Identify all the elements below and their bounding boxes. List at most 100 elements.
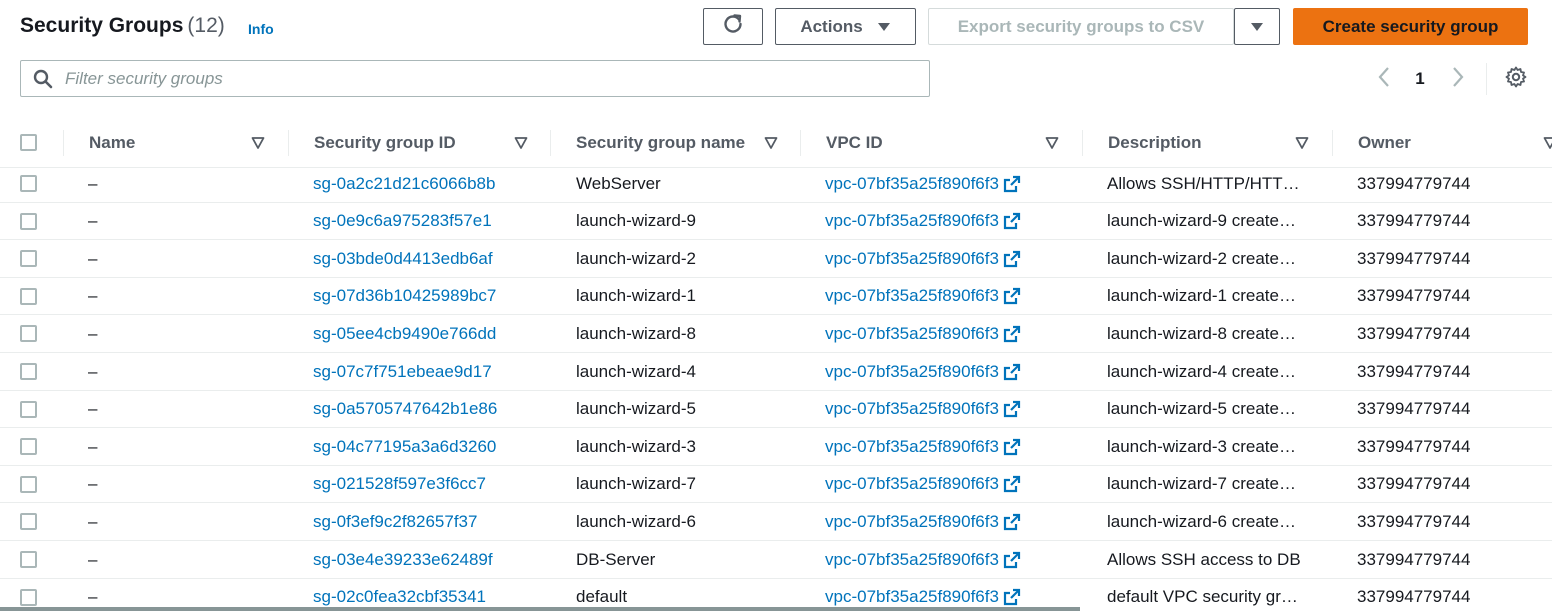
table-row[interactable]: – sg-0a2c21d21c6066b8b WebServer vpc-07bf35… xyxy=(0,165,1552,203)
export-csv-button[interactable]: Export security groups to CSV xyxy=(928,8,1234,45)
external-link-icon[interactable] xyxy=(1003,287,1021,305)
table-row[interactable]: – sg-07d36b10425989bc7 launch-wizard-1 vpc-… xyxy=(0,278,1552,316)
row-checkbox[interactable] xyxy=(20,212,37,230)
cell-security-group-id[interactable]: sg-0e9c6a975283f57e1 xyxy=(313,203,543,240)
cell-security-group-id[interactable]: sg-03e4e39233e62489f xyxy=(313,541,543,578)
create-security-group-button[interactable]: Create security group xyxy=(1293,8,1528,45)
cell-name: – xyxy=(88,511,98,531)
sort-icon[interactable] xyxy=(1543,136,1552,150)
cell-description: Allows SSH access to DB xyxy=(1107,549,1301,569)
sort-icon[interactable] xyxy=(1295,136,1309,150)
cell-security-group-id[interactable]: sg-03bde0d4413edb6af xyxy=(313,240,543,277)
vpc-id-link[interactable]: vpc-07bf35a25f890f6f3 xyxy=(825,437,999,457)
external-link-icon[interactable] xyxy=(1003,438,1021,456)
column-header-description[interactable]: Description xyxy=(1108,118,1202,168)
cell-owner: 337994779744 xyxy=(1357,323,1471,343)
column-header-security-group-id[interactable]: Security group ID xyxy=(314,118,456,168)
cell-vpc-id[interactable]: vpc-07bf35a25f890f6f3 xyxy=(825,203,1075,240)
column-header-security-group-name[interactable]: Security group name xyxy=(576,118,745,168)
external-link-icon[interactable] xyxy=(1003,588,1021,606)
row-checkbox[interactable] xyxy=(20,551,37,568)
cell-security-group-id[interactable]: sg-0a5705747642b1e86 xyxy=(313,391,543,428)
vpc-id-link[interactable]: vpc-07bf35a25f890f6f3 xyxy=(825,211,999,231)
row-checkbox[interactable] xyxy=(20,438,37,456)
info-link[interactable]: Info xyxy=(248,21,274,37)
previous-page-button[interactable] xyxy=(1372,64,1396,94)
row-checkbox[interactable] xyxy=(20,250,37,268)
row-checkbox[interactable] xyxy=(20,363,37,380)
cell-security-group-id[interactable]: sg-07d36b10425989bc7 xyxy=(313,278,543,315)
table-row[interactable]: – sg-0a5705747642b1e86 launch-wizard-5 vpc-… xyxy=(0,391,1552,429)
row-checkbox[interactable] xyxy=(20,588,37,606)
page-number[interactable]: 1 xyxy=(1408,64,1432,94)
vpc-id-link[interactable]: vpc-07bf35a25f890f6f3 xyxy=(825,249,999,269)
sort-icon[interactable] xyxy=(764,136,778,150)
external-link-icon[interactable] xyxy=(1003,400,1021,418)
vpc-id-link[interactable]: vpc-07bf35a25f890f6f3 xyxy=(825,587,999,607)
vpc-id-link[interactable]: vpc-07bf35a25f890f6f3 xyxy=(825,324,999,344)
cell-security-group-id[interactable]: sg-0a2c21d21c6066b8b xyxy=(313,165,543,202)
vpc-id-link[interactable]: vpc-07bf35a25f890f6f3 xyxy=(825,474,999,494)
external-link-icon[interactable] xyxy=(1003,325,1021,343)
filter-input[interactable] xyxy=(65,68,915,89)
cell-vpc-id[interactable]: vpc-07bf35a25f890f6f3 xyxy=(825,428,1075,465)
sort-icon[interactable] xyxy=(251,136,265,150)
cell-owner: 337994779744 xyxy=(1357,361,1471,381)
column-header-name[interactable]: Name xyxy=(89,118,135,168)
cell-security-group-id[interactable]: sg-07c7f751ebeae9d17 xyxy=(313,353,543,390)
row-checkbox[interactable] xyxy=(20,513,37,531)
cell-vpc-id[interactable]: vpc-07bf35a25f890f6f3 xyxy=(825,466,1075,503)
horizontal-scrollbar[interactable] xyxy=(0,607,1080,611)
table-row[interactable]: – sg-04c77195a3a6d3260 launch-wizard-3 vpc-… xyxy=(0,428,1552,466)
table-row[interactable]: – sg-021528f597e3f6cc7 launch-wizard-7 vpc-… xyxy=(0,466,1552,504)
cell-vpc-id[interactable]: vpc-07bf35a25f890f6f3 xyxy=(825,315,1075,352)
table-row[interactable]: – sg-07c7f751ebeae9d17 launch-wizard-4 vpc-… xyxy=(0,353,1552,391)
row-checkbox[interactable] xyxy=(20,287,37,305)
sort-icon[interactable] xyxy=(1045,136,1059,150)
cell-vpc-id[interactable]: vpc-07bf35a25f890f6f3 xyxy=(825,353,1075,390)
external-link-icon[interactable] xyxy=(1003,513,1021,531)
vpc-id-link[interactable]: vpc-07bf35a25f890f6f3 xyxy=(825,399,999,419)
external-link-icon[interactable] xyxy=(1003,212,1021,230)
cell-security-group-id[interactable]: sg-021528f597e3f6cc7 xyxy=(313,466,543,503)
vpc-id-link[interactable]: vpc-07bf35a25f890f6f3 xyxy=(825,362,999,382)
table-row[interactable]: – sg-03e4e39233e62489f DB-Server vpc-07bf35… xyxy=(0,541,1552,579)
vpc-id-link[interactable]: vpc-07bf35a25f890f6f3 xyxy=(825,286,999,306)
table-row[interactable]: – sg-0f3ef9c2f82657f37 launch-wizard-6 vpc-… xyxy=(0,503,1552,541)
row-checkbox[interactable] xyxy=(20,475,37,493)
vpc-id-link[interactable]: vpc-07bf35a25f890f6f3 xyxy=(825,512,999,532)
preferences-button[interactable] xyxy=(1500,64,1532,94)
cell-vpc-id[interactable]: vpc-07bf35a25f890f6f3 xyxy=(825,278,1075,315)
external-link-icon[interactable] xyxy=(1003,175,1021,193)
external-link-icon[interactable] xyxy=(1003,475,1021,493)
cell-security-group-id[interactable]: sg-05ee4cb9490e766dd xyxy=(313,315,543,352)
external-link-icon[interactable] xyxy=(1003,250,1021,268)
cell-security-group-id[interactable]: sg-0f3ef9c2f82657f37 xyxy=(313,503,543,540)
export-dropdown-button[interactable] xyxy=(1234,8,1280,45)
refresh-button[interactable] xyxy=(703,8,763,45)
vpc-id-link[interactable]: vpc-07bf35a25f890f6f3 xyxy=(825,174,999,194)
cell-vpc-id[interactable]: vpc-07bf35a25f890f6f3 xyxy=(825,541,1075,578)
cell-vpc-id[interactable]: vpc-07bf35a25f890f6f3 xyxy=(825,391,1075,428)
cell-vpc-id[interactable]: vpc-07bf35a25f890f6f3 xyxy=(825,165,1075,202)
cell-description: launch-wizard-5 create… xyxy=(1107,399,1296,419)
next-page-button[interactable] xyxy=(1446,64,1470,94)
row-checkbox[interactable] xyxy=(20,400,37,418)
external-link-icon[interactable] xyxy=(1003,363,1021,381)
table-row[interactable]: – sg-0e9c6a975283f57e1 launch-wizard-9 vpc-… xyxy=(0,203,1552,241)
vpc-id-link[interactable]: vpc-07bf35a25f890f6f3 xyxy=(825,550,999,570)
row-checkbox[interactable] xyxy=(20,175,37,192)
table-row[interactable]: – sg-03bde0d4413edb6af launch-wizard-2 vpc-… xyxy=(0,240,1552,278)
cell-owner: 337994779744 xyxy=(1357,549,1471,569)
table-row[interactable]: – sg-05ee4cb9490e766dd launch-wizard-8 vpc-… xyxy=(0,315,1552,353)
actions-button[interactable]: Actions xyxy=(775,8,916,45)
row-checkbox[interactable] xyxy=(20,325,37,343)
column-header-owner[interactable]: Owner xyxy=(1358,118,1411,168)
cell-vpc-id[interactable]: vpc-07bf35a25f890f6f3 xyxy=(825,240,1075,277)
external-link-icon[interactable] xyxy=(1003,551,1021,569)
column-header-vpc-id[interactable]: VPC ID xyxy=(826,118,883,168)
select-all-checkbox[interactable] xyxy=(20,134,37,151)
sort-icon[interactable] xyxy=(514,136,528,150)
cell-vpc-id[interactable]: vpc-07bf35a25f890f6f3 xyxy=(825,503,1075,540)
cell-security-group-id[interactable]: sg-04c77195a3a6d3260 xyxy=(313,428,543,465)
